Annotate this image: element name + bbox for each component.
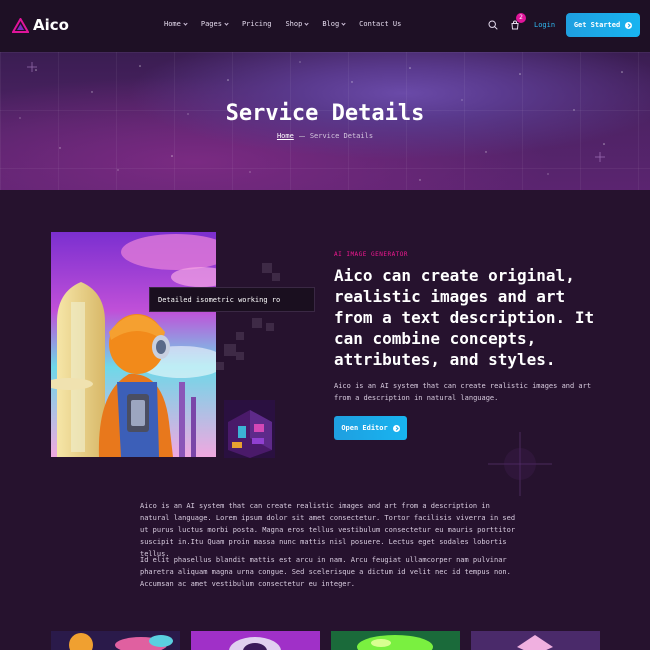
- astronaut-illustration: [51, 232, 216, 457]
- pixel-decoration: [262, 263, 272, 273]
- chevron-down-icon: [183, 20, 188, 26]
- search-icon[interactable]: [488, 20, 498, 30]
- chevron-down-icon: [224, 20, 229, 26]
- prompt-input-preview: Detailed isometric working ro: [149, 287, 315, 312]
- chevron-down-icon: [341, 20, 346, 26]
- nav-item-pages[interactable]: Pages: [200, 20, 229, 28]
- nav-item-blog[interactable]: Blog: [322, 20, 346, 28]
- nav-item-contact[interactable]: Contact Us: [359, 20, 401, 28]
- pixel-decoration: [216, 362, 224, 370]
- arrow-circle-icon: [392, 424, 400, 432]
- breadcrumb-home-link[interactable]: Home: [277, 132, 294, 140]
- pixel-decoration: [224, 344, 236, 356]
- arrow-circle-icon: [625, 21, 633, 29]
- open-editor-label: Open Editor: [341, 424, 388, 432]
- breadcrumb-separator: [298, 135, 305, 137]
- gallery-thumbnail[interactable]: [191, 631, 320, 650]
- logo-text: Aico: [33, 16, 69, 34]
- page-title: Service Details: [225, 101, 425, 126]
- get-started-label: Get Started: [573, 21, 621, 29]
- nav-label: Blog: [322, 20, 340, 28]
- nav-item-shop[interactable]: Shop: [285, 20, 309, 28]
- body-paragraph: Aico is an AI system that can create rea…: [140, 502, 516, 558]
- breadcrumb-current: Service Details: [309, 132, 374, 140]
- nav-label: Pages: [200, 20, 222, 28]
- breadcrumb: Home Service Details: [0, 132, 650, 140]
- nav-label: Shop: [285, 20, 303, 28]
- pixel-decoration: [272, 273, 280, 281]
- section-headline: Aico can create original, realistic imag…: [334, 266, 595, 369]
- page-hero: Service Details Home Service Details: [0, 52, 650, 190]
- logo-icon: [12, 17, 29, 33]
- section-eyebrow: AI IMAGE GENERATOR: [334, 251, 409, 258]
- section-description: Aico is an AI system that can create rea…: [334, 382, 592, 402]
- pixel-decoration: [236, 352, 244, 360]
- nav-item-home[interactable]: Home: [164, 20, 188, 28]
- nav-label: Contact Us: [359, 20, 402, 28]
- chevron-down-icon: [304, 20, 309, 26]
- gallery-thumbnail[interactable]: [331, 631, 460, 650]
- isometric-room-thumbnail: [224, 400, 275, 458]
- cross-decoration: [488, 432, 552, 496]
- gallery-thumbnail[interactable]: [471, 631, 600, 650]
- nav-item-pricing[interactable]: Pricing: [242, 20, 272, 28]
- logo[interactable]: Aico: [12, 16, 69, 34]
- open-editor-button[interactable]: Open Editor: [334, 416, 407, 440]
- pixel-decoration: [236, 332, 244, 340]
- gallery-strip: [51, 631, 611, 650]
- login-link[interactable]: Login: [534, 21, 555, 29]
- pixel-decoration: [266, 323, 274, 331]
- nav-label: Home: [164, 20, 181, 28]
- cart-count-badge: 2: [516, 13, 526, 23]
- site-header: Aico Home Pages Pricing Shop Blog Contac…: [0, 0, 650, 52]
- pixel-decoration: [252, 318, 262, 328]
- main-nav: Home Pages Pricing Shop Blog Contact Us: [164, 20, 401, 28]
- gallery-thumbnail[interactable]: [51, 631, 180, 650]
- nav-label: Pricing: [241, 20, 272, 28]
- body-paragraph: Id elit phasellus blandit mattis est arc…: [140, 556, 511, 588]
- get-started-button[interactable]: Get Started: [566, 13, 640, 37]
